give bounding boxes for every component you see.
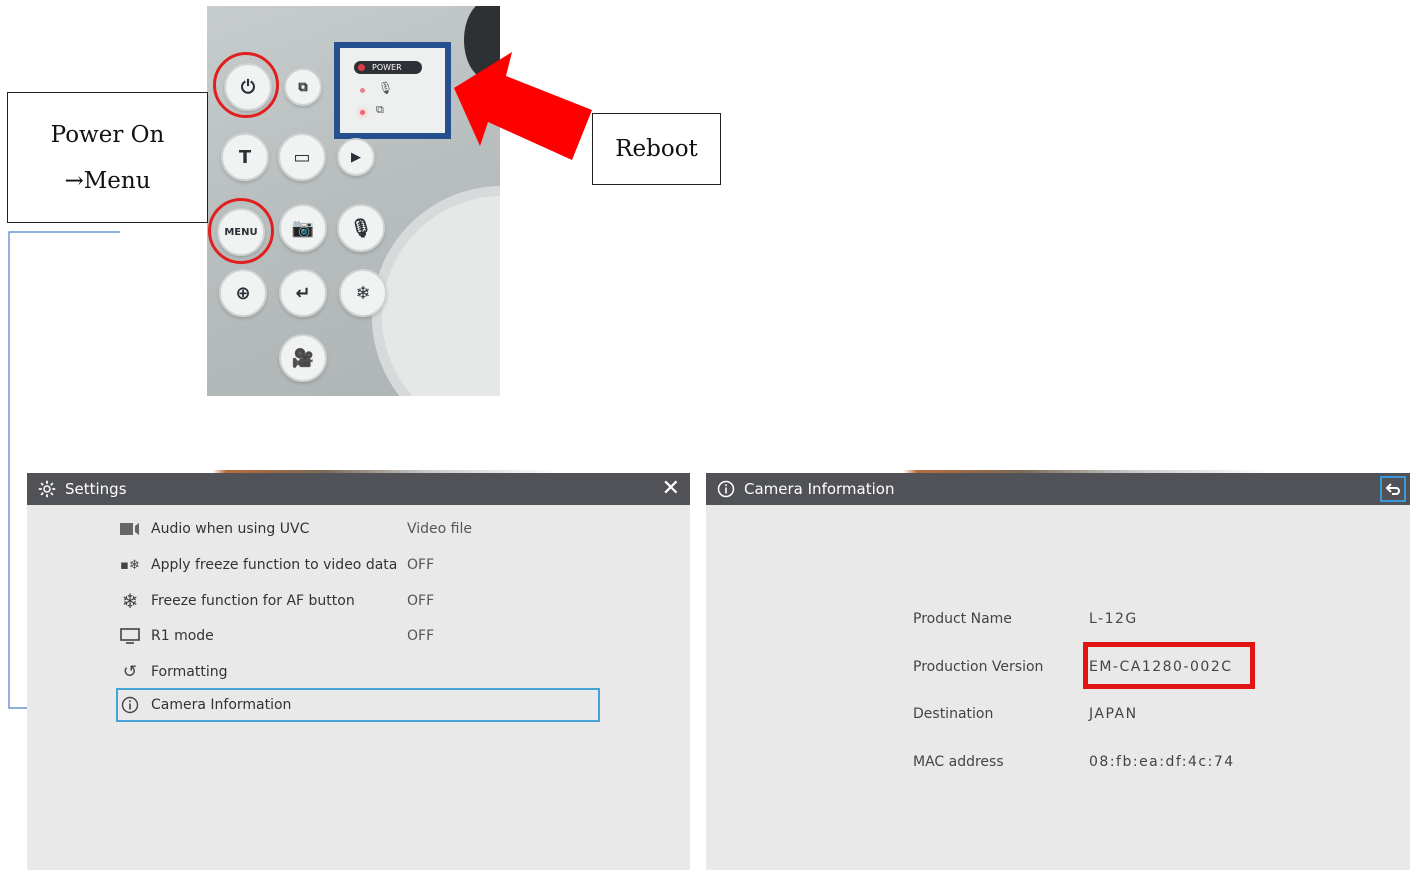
settings-item-label: Audio when using UVC (151, 521, 310, 537)
info-icon (117, 694, 143, 716)
settings-item-value: Video file (407, 521, 472, 537)
menu-button-highlight (208, 198, 274, 264)
gear-icon (37, 479, 57, 499)
product-name-label: Product Name (913, 611, 1012, 627)
audio-icon (117, 518, 143, 540)
settings-screen: Settings ✕ Audio when using UVC Video fi… (27, 470, 690, 870)
refresh-icon: ↺ (122, 662, 138, 682)
close-icon[interactable]: ✕ (662, 473, 680, 505)
monitor-icon (117, 625, 143, 647)
freeze-video-icon: ▪❄ (120, 557, 140, 573)
destination-label: Destination (913, 706, 994, 722)
power-on-menu-callout: Power On →Menu (7, 92, 208, 223)
info-icon (716, 479, 736, 499)
mic-indicator-icon: 🎙 (378, 81, 394, 95)
share-indicator-icon: ⧉ (376, 103, 384, 116)
callout-line-menu: →Menu (64, 167, 151, 194)
share-led (360, 110, 365, 115)
settings-item-freeze-af[interactable]: ❄ Freeze function for AF button OFF (117, 586, 435, 616)
settings-item-label: Freeze function for AF button (151, 593, 355, 609)
settings-item-value: OFF (407, 628, 435, 644)
camera-info-title: Camera Information (744, 480, 895, 498)
settings-item-label: Apply freeze function to video data (151, 557, 398, 573)
settings-item-audio-uvc[interactable]: Audio when using UVC Video file (117, 514, 472, 544)
mac-address-value: 08:fb:ea:df:4c:74 (1089, 754, 1235, 770)
settings-item-camera-information[interactable]: Camera Information (117, 690, 407, 720)
production-version-highlight (1083, 642, 1255, 689)
af-button[interactable]: ⊕ (219, 269, 267, 317)
playback-button[interactable]: ▶ (337, 138, 375, 176)
power-indicator-label: POWER (354, 61, 422, 74)
settings-titlebar: Settings ✕ (27, 473, 690, 505)
back-icon[interactable] (1380, 476, 1406, 502)
settings-item-label: Camera Information (151, 697, 292, 713)
settings-item-value: OFF (407, 593, 435, 609)
callout-line-power-on: Power On (50, 121, 165, 148)
text-mode-button[interactable]: T (221, 133, 269, 181)
destination-value: JAPAN (1089, 706, 1138, 722)
share-button[interactable]: ⧉ (284, 68, 322, 106)
mac-address-label: MAC address (913, 754, 1004, 770)
power-button-highlight (213, 52, 279, 118)
snowflake-icon: ❄ (121, 589, 139, 613)
settings-item-r1-mode[interactable]: R1 mode OFF (117, 621, 434, 651)
settings-item-formatting[interactable]: ↺ Formatting (117, 657, 407, 687)
led-indicator-panel: POWER 🎙 ⧉ (334, 42, 451, 139)
camera-info-titlebar: Camera Information (706, 473, 1410, 505)
settings-item-label: Formatting (151, 664, 228, 680)
capture-button[interactable]: 📷 (279, 204, 327, 252)
product-name-value: L-12G (1089, 611, 1138, 627)
settings-title: Settings (65, 480, 127, 498)
settings-item-value: OFF (407, 557, 435, 573)
reboot-callout: Reboot (592, 113, 721, 185)
pc-button[interactable]: ▭ (278, 133, 326, 181)
production-version-label: Production Version (913, 659, 1044, 675)
settings-item-freeze-video[interactable]: ▪❄ Apply freeze function to video data O… (117, 550, 434, 580)
mic-led (360, 88, 365, 93)
rotary-wheel (372, 186, 500, 396)
freeze-button[interactable]: ❄ (339, 269, 387, 317)
settings-item-label: R1 mode (151, 628, 214, 644)
enter-button[interactable]: ↵ (279, 269, 327, 317)
mic-button[interactable]: 🎙 (337, 204, 385, 252)
reboot-arrow-icon (454, 52, 592, 160)
record-button[interactable]: 🎥 (279, 334, 327, 382)
camera-information-screen: Camera Information Product Name L-12G Pr… (706, 470, 1410, 870)
